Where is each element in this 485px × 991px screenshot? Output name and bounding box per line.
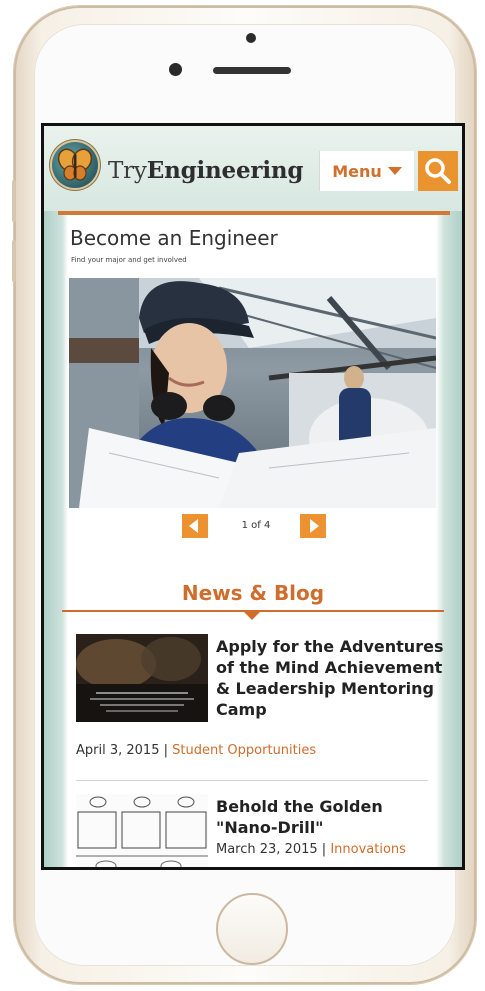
front-camera [169, 63, 182, 76]
earpiece-speaker [213, 67, 291, 74]
phone-screen: TryEngineering Menu Become an Engineer F… [41, 123, 465, 870]
home-button[interactable] [216, 893, 288, 965]
meta-separator: | [317, 842, 331, 857]
header-accent-bar [58, 211, 450, 215]
proximity-sensor [246, 33, 256, 43]
post-date: April 3, 2015 [76, 743, 160, 758]
menu-button[interactable]: Menu [319, 151, 414, 191]
meta-separator: | [159, 743, 173, 758]
search-icon [425, 158, 451, 184]
hero-subtitle: Find your major and get involved [71, 256, 187, 264]
arrow-left-icon [189, 519, 198, 533]
post-title[interactable]: Behold the Golden "Nano-Drill" [216, 796, 448, 838]
brand-wordmark[interactable]: TryEngineering [108, 157, 303, 184]
volume-up-button [12, 180, 16, 222]
hero-title: Become an Engineer [70, 226, 278, 250]
post-thumbnail[interactable] [76, 634, 208, 722]
website-viewport: TryEngineering Menu Become an Engineer F… [44, 126, 462, 867]
caret-down-icon [387, 167, 402, 175]
brand-regular: Try [108, 158, 147, 184]
hero-slider-controls: 1 of 4 [182, 510, 328, 538]
slide-counter: 1 of 4 [241, 520, 271, 531]
post-category-link[interactable]: Innovations [330, 842, 406, 857]
slider-prev-button[interactable] [182, 514, 208, 538]
post-thumbnail[interactable] [76, 794, 208, 867]
post-date: March 23, 2015 [216, 842, 318, 857]
slider-next-button[interactable] [300, 514, 326, 538]
post-meta: March 23, 2015 | Innovations [216, 842, 406, 857]
post-category-link[interactable]: Student Opportunities [172, 743, 316, 758]
brand-bold: Engineering [146, 157, 304, 184]
post-divider [76, 780, 428, 781]
search-button[interactable] [418, 151, 458, 191]
news-heading: News & Blog [181, 581, 325, 605]
arrow-right-icon [310, 519, 319, 533]
hero-photo-engineer[interactable] [69, 278, 436, 508]
volume-down-button [12, 240, 16, 282]
news-pointer [244, 612, 260, 620]
post-meta: April 3, 2015 | Student Opportunities [76, 743, 316, 758]
site-header: TryEngineering Menu [44, 126, 462, 211]
butterfly-logo-icon[interactable] [52, 142, 98, 188]
menu-label: Menu [332, 161, 382, 181]
post-title[interactable]: Apply for the Adventures of the Mind Ach… [216, 636, 448, 720]
